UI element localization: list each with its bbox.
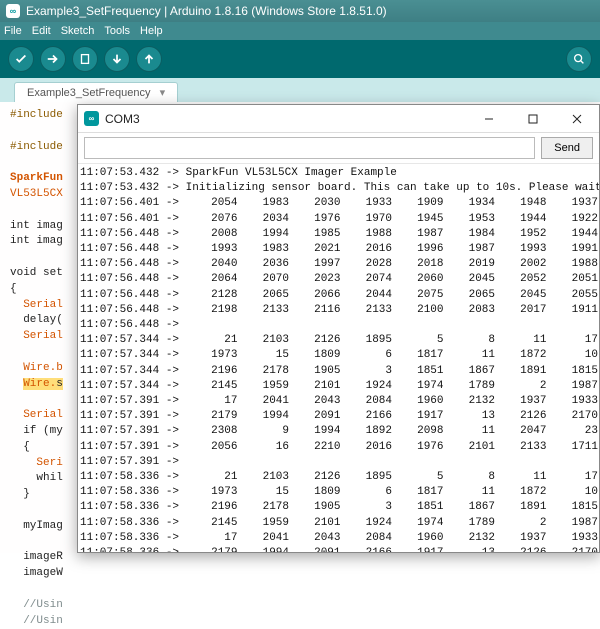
upload-button[interactable] xyxy=(40,46,66,72)
minimize-button[interactable] xyxy=(467,105,511,133)
serial-row: 11:07:58.336 ->2196217819053185118671891… xyxy=(78,500,595,515)
serial-row: 11:07:56.448 ->2064207020232074206020452… xyxy=(78,272,595,287)
menu-tools[interactable]: Tools xyxy=(104,25,130,37)
serial-row: 11:07:56.448 ->2198213321162133210020832… xyxy=(78,303,595,318)
ide-menubar: File Edit Sketch Tools Help xyxy=(0,22,600,40)
serial-row: 11:07:56.448 ->2040203619972028201820192… xyxy=(78,257,595,272)
ide-title: Example3_SetFrequency | Arduino 1.8.16 (… xyxy=(26,4,387,18)
serial-row: 11:07:57.344 ->2196217819053185118671891… xyxy=(78,364,595,379)
serial-titlebar[interactable]: ∞ COM3 xyxy=(78,105,599,133)
serial-row: 11:07:58.336 ->2145195921011924197417892… xyxy=(78,516,595,531)
serial-output[interactable]: 11:07:53.432 -> SparkFun VL53L5CX Imager… xyxy=(78,164,599,552)
serial-row: 11:07:57.391 ->2308919941892209811204723 xyxy=(78,424,595,439)
serial-monitor-button[interactable] xyxy=(566,46,592,72)
serial-row: 11:07:56.401 ->2054198320301933190919341… xyxy=(78,196,595,211)
new-button[interactable] xyxy=(72,46,98,72)
tab-menu-icon[interactable]: ▾ xyxy=(160,87,166,99)
close-button[interactable] xyxy=(555,105,599,133)
open-button[interactable] xyxy=(104,46,130,72)
serial-row: 11:07:58.336 ->21210321261895581117 xyxy=(78,470,595,485)
serial-row: 11:07:57.391 -> xyxy=(78,455,595,470)
serial-row: 11:07:57.344 ->21210321261895581117 xyxy=(78,333,595,348)
menu-help[interactable]: Help xyxy=(140,25,163,37)
serial-row: 11:07:57.391 ->2056162210201619762101213… xyxy=(78,440,595,455)
maximize-button[interactable] xyxy=(511,105,555,133)
serial-row: 11:07:57.391 ->2179199420912166191713212… xyxy=(78,409,595,424)
serial-input-row: Send xyxy=(78,133,599,164)
serial-row: 11:07:57.391 ->1720412043208419602132193… xyxy=(78,394,595,409)
serial-monitor-window: ∞ COM3 Send 11:07:53.432 -> SparkFun VL5… xyxy=(77,104,600,553)
serial-row: 11:07:56.448 ->1993198320212016199619871… xyxy=(78,242,595,257)
serial-row: 11:07:58.336 ->19731518096181711187210 xyxy=(78,485,595,500)
menu-sketch[interactable]: Sketch xyxy=(61,25,95,37)
arduino-logo-icon: ∞ xyxy=(6,4,20,18)
sketch-tab[interactable]: Example3_SetFrequency ▾ xyxy=(14,82,178,102)
serial-row: 11:07:57.344 ->19731518096181711187210 xyxy=(78,348,595,363)
ide-titlebar: ∞ Example3_SetFrequency | Arduino 1.8.16… xyxy=(0,0,600,22)
sketch-tab-label: Example3_SetFrequency xyxy=(27,87,151,99)
verify-button[interactable] xyxy=(8,46,34,72)
ide-tabbar: Example3_SetFrequency ▾ xyxy=(0,78,600,102)
serial-title: COM3 xyxy=(105,112,467,126)
serial-row: 11:07:56.448 ->2128206520662044207520652… xyxy=(78,288,595,303)
serial-row: 11:07:56.448 ->2008199419851988198719841… xyxy=(78,227,595,242)
serial-input[interactable] xyxy=(84,137,535,159)
serial-row: 11:07:56.401 ->2076203419761970194519531… xyxy=(78,212,595,227)
menu-edit[interactable]: Edit xyxy=(32,25,51,37)
save-button[interactable] xyxy=(136,46,162,72)
serial-row: 11:07:58.336 ->1720412043208419602132193… xyxy=(78,531,595,546)
arduino-logo-icon: ∞ xyxy=(84,111,99,126)
serial-row: 11:07:57.344 ->2145195921011924197417892… xyxy=(78,379,595,394)
send-button[interactable]: Send xyxy=(541,137,593,159)
menu-file[interactable]: File xyxy=(4,25,22,37)
serial-row: 11:07:56.448 -> xyxy=(78,318,595,333)
serial-row: 11:07:58.336 ->2179199420912166191713212… xyxy=(78,546,595,552)
ide-toolbar xyxy=(0,40,600,78)
